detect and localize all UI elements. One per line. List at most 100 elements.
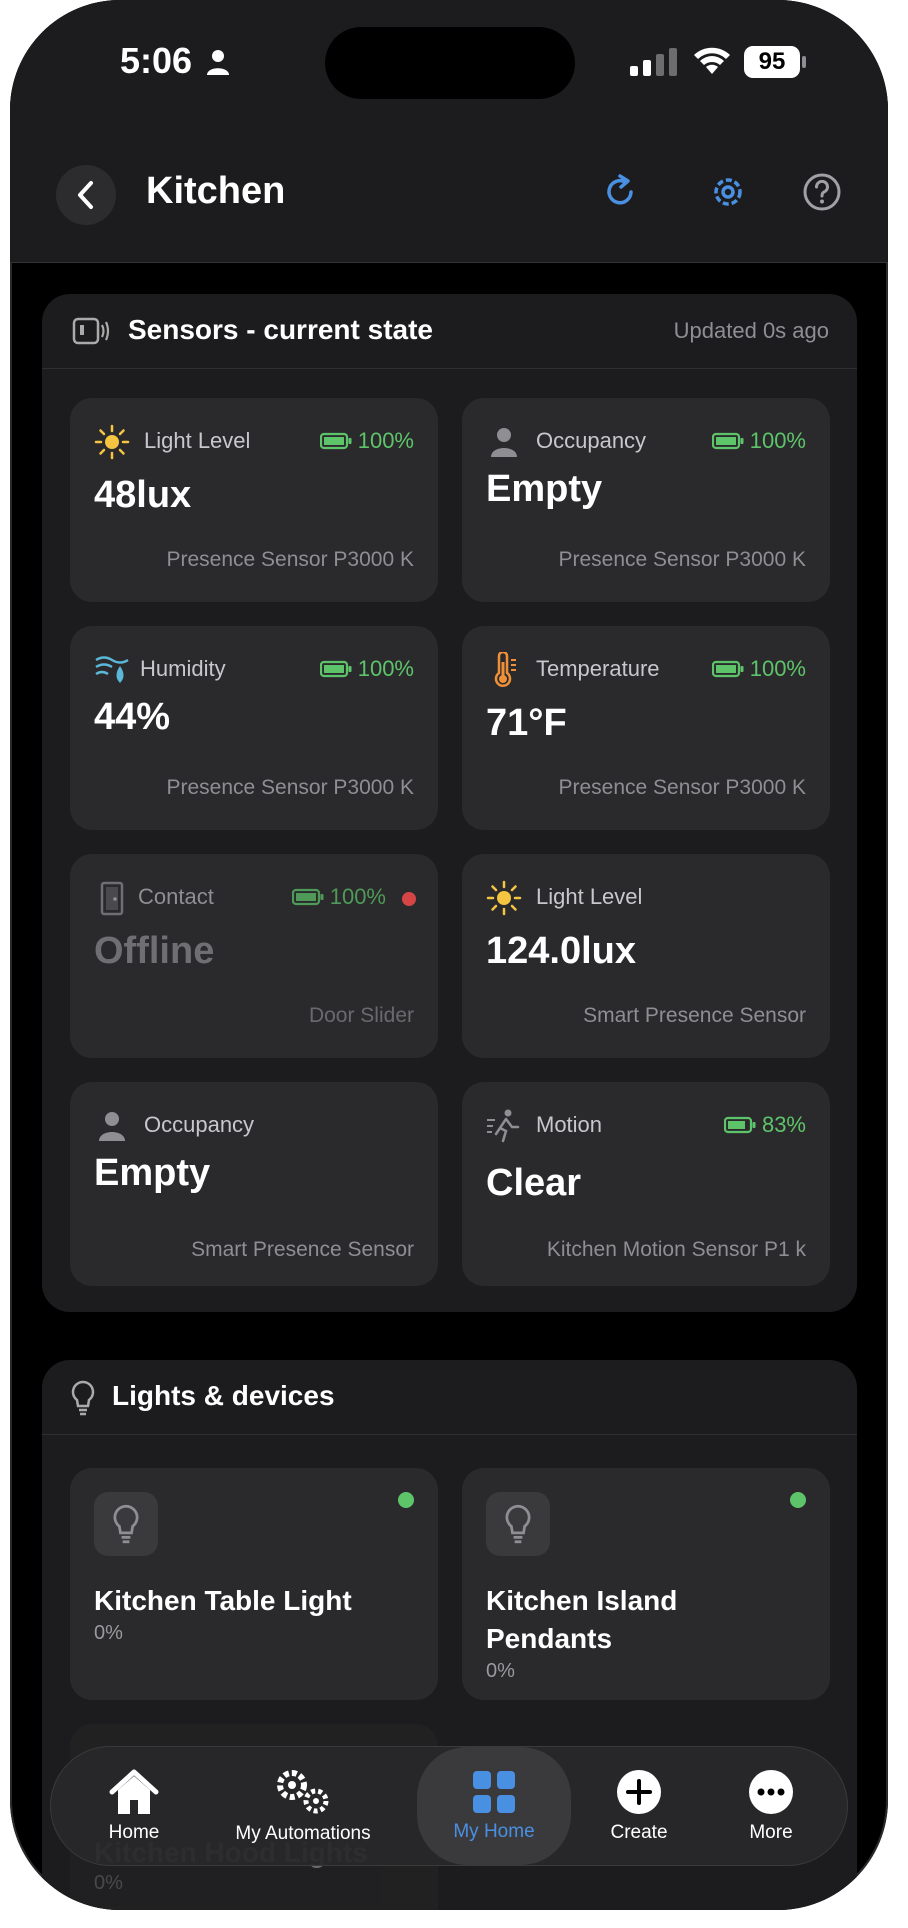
sensor-tile[interactable]: Temperature 100% 71°F Presence Sensor P3… (462, 626, 830, 830)
tab-home[interactable]: Home (81, 1747, 187, 1865)
sensor-device-name: Presence Sensor P3000 K (558, 776, 807, 799)
device-level: 0% (94, 1872, 123, 1894)
plus-icon (617, 1770, 661, 1814)
chevron-left-icon (78, 181, 93, 209)
sensor-device-name: Smart Presence Sensor (191, 1238, 414, 1261)
lightbulb-icon (113, 1504, 139, 1544)
device-icon-box (94, 1492, 158, 1556)
tab-more[interactable]: More (721, 1747, 821, 1865)
sensor-device-name: Door Slider (308, 1004, 414, 1027)
sensors-title: Sensors - current state (128, 314, 433, 345)
device-name: Kitchen Island Pendants (486, 1585, 678, 1654)
sensor-tile[interactable]: Humidity 100% 44% Presence Sensor P3000 … (70, 626, 438, 830)
sensor-device-name: Presence Sensor P3000 K (558, 548, 807, 571)
sensor-label: Motion (536, 1112, 603, 1137)
dynamic-island (325, 27, 575, 99)
lights-title: Lights & devices (112, 1380, 335, 1411)
person-icon (491, 428, 517, 457)
battery-indicator: 100% (319, 428, 414, 454)
sensor-value: 124.0lux (486, 930, 636, 972)
humidity-icon (95, 656, 129, 683)
battery-indicator: 100% (319, 656, 414, 682)
gears-icon (277, 1770, 329, 1814)
grid-icon (473, 1771, 515, 1813)
refresh-icon[interactable] (600, 172, 640, 212)
updated-label: Updated 0s ago (673, 318, 829, 343)
status-time: 5:06 (120, 40, 193, 81)
sensor-label: Humidity (140, 656, 226, 681)
tab-label: More (749, 1822, 793, 1843)
back-button[interactable] (56, 165, 116, 225)
device-level: 0% (94, 1622, 123, 1644)
sensor-device-name: Kitchen Motion Sensor P1 k (546, 1238, 806, 1261)
sensor-tile[interactable]: Motion 83% Clear Kitchen Motion Sensor P… (462, 1082, 830, 1286)
sensor-label: Contact (138, 884, 214, 909)
sensor-tile[interactable]: Occupancy 100% Empty Presence Sensor P30… (462, 398, 830, 602)
thermometer-icon (494, 652, 516, 687)
person-icon (99, 1112, 125, 1141)
tab-label: My Home (453, 1821, 535, 1842)
wifi-icon (694, 47, 730, 74)
battery-status: 95 (744, 46, 806, 78)
tab-my-automations[interactable]: My Automations (219, 1747, 387, 1865)
tab-label: My Automations (235, 1823, 371, 1844)
sensor-label: Temperature (536, 656, 660, 681)
sensor-tile[interactable]: Light Level 100% 48lux Presence Sensor P… (70, 398, 438, 602)
lights-header: Lights & devices (42, 1360, 857, 1435)
sensors-header: Sensors - current state Updated 0s ago (42, 294, 857, 369)
sensor-value: 44% (94, 696, 171, 738)
online-status-dot (398, 1492, 414, 1508)
battery-icon (711, 432, 744, 450)
phone-screen: 5:06 95 Kitchen Sensors - current state … (10, 0, 888, 1910)
tab-my-home[interactable]: My Home (417, 1747, 571, 1865)
offline-status-dot (402, 892, 416, 906)
sensor-tile[interactable]: Occupancy Empty Smart Presence Sensor (70, 1082, 438, 1286)
page-title: Kitchen (146, 170, 286, 212)
battery-percent: 100% (357, 656, 414, 681)
cellular-signal-icon (630, 48, 677, 76)
device-level: 0% (486, 1660, 515, 1682)
gear-icon[interactable] (708, 172, 748, 212)
sensors-section: Sensors - current state Updated 0s ago L… (42, 294, 857, 1312)
device-name: Kitchen Table Light (94, 1585, 352, 1616)
battery-indicator: 100% (711, 656, 806, 682)
battery-icon (319, 660, 352, 678)
battery-indicator: 100% (711, 428, 806, 454)
top-bar: 5:06 95 Kitchen (10, 0, 888, 263)
tab-label: Home (108, 1822, 160, 1843)
battery-icon (319, 432, 352, 450)
sensor-value: 71°F (486, 702, 567, 744)
sensor-value: Empty (94, 1152, 211, 1194)
motion-icon (487, 1109, 520, 1143)
help-icon[interactable] (802, 172, 842, 212)
sensor-tile[interactable]: Contact 100% Offline Door Slider (70, 854, 438, 1058)
sensor-value: Empty (486, 468, 603, 510)
sensor-device-name: Presence Sensor P3000 K (166, 776, 415, 799)
sensor-device-icon (72, 317, 110, 345)
tab-create[interactable]: Create (589, 1747, 689, 1865)
ellipsis-icon (749, 1770, 793, 1814)
door-icon (100, 881, 124, 916)
battery-icon (723, 1116, 756, 1134)
sensor-label: Light Level (144, 428, 251, 453)
person-status-icon (207, 50, 229, 75)
sensor-label: Light Level (536, 884, 643, 909)
battery-indicator: 100% (291, 884, 386, 910)
battery-icon (711, 660, 744, 678)
device-icon-box (486, 1492, 550, 1556)
bottom-tab-bar: Home My Automations My Home Create More (50, 1746, 848, 1866)
battery-indicator: 83% (723, 1112, 806, 1138)
battery-percent: 100% (749, 428, 806, 453)
battery-percent: 100% (329, 884, 386, 909)
sensor-value: 48lux (94, 474, 192, 516)
battery-percent: 100% (357, 428, 414, 453)
device-tile[interactable]: Kitchen Table Light 0% (70, 1468, 438, 1700)
sensor-tile[interactable]: Light Level 124.0lux Smart Presence Sens… (462, 854, 830, 1058)
lightbulb-icon (71, 1380, 95, 1416)
device-tile[interactable]: Kitchen Island Pendants 0% (462, 1468, 830, 1700)
sensor-label: Occupancy (144, 1112, 255, 1137)
sensor-device-name: Presence Sensor P3000 K (166, 548, 415, 571)
tab-label: Create (610, 1822, 668, 1843)
battery-percent: 83% (761, 1112, 806, 1137)
sensor-value: Offline (94, 930, 215, 972)
